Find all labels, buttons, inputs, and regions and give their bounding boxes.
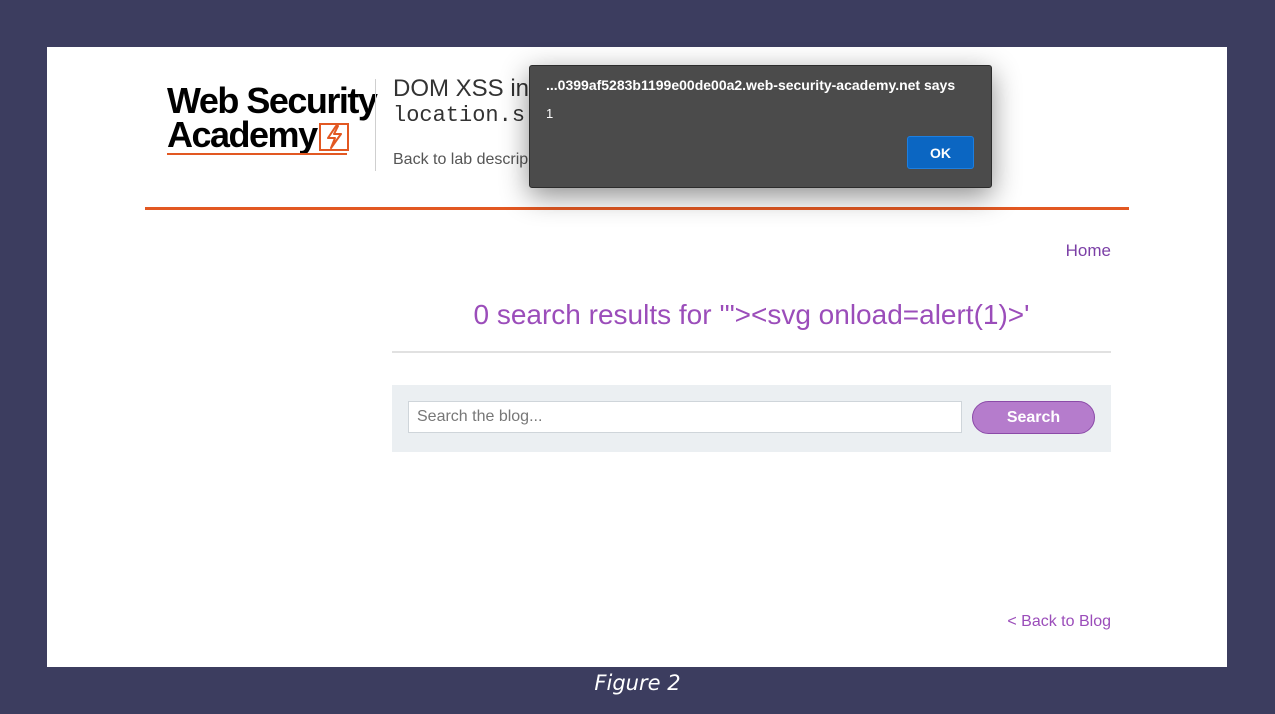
alert-ok-button[interactable]: OK (907, 136, 974, 169)
back-to-lab-link[interactable]: Back to lab descrip (393, 151, 528, 169)
back-to-blog-link[interactable]: < Back to Blog (1007, 613, 1111, 631)
alert-dialog-title: ...0399af5283b1199e00de00a2.web-security… (546, 77, 956, 93)
figure-caption: Figure 2 (594, 671, 681, 695)
alert-dialog: ...0399af5283b1199e00de00a2.web-security… (529, 65, 992, 188)
search-panel: Search (392, 385, 1111, 452)
search-input[interactable] (408, 401, 962, 433)
logo-underline (167, 153, 347, 155)
web-security-academy-logo[interactable]: Web Security Academy (167, 83, 378, 159)
lightning-bolt-icon (319, 123, 349, 151)
results-divider (392, 351, 1111, 353)
lab-title: DOM XSS in (393, 75, 530, 102)
home-link[interactable]: Home (1066, 241, 1111, 261)
lab-title-code: location.s (393, 103, 526, 128)
header-rule (145, 207, 1129, 210)
alert-dialog-message: 1 (546, 106, 554, 121)
search-button[interactable]: Search (972, 401, 1095, 434)
logo-line2: Academy (167, 114, 318, 155)
header-divider (375, 79, 376, 171)
search-results-title: 0 search results for '"><svg onload=aler… (473, 299, 1030, 330)
